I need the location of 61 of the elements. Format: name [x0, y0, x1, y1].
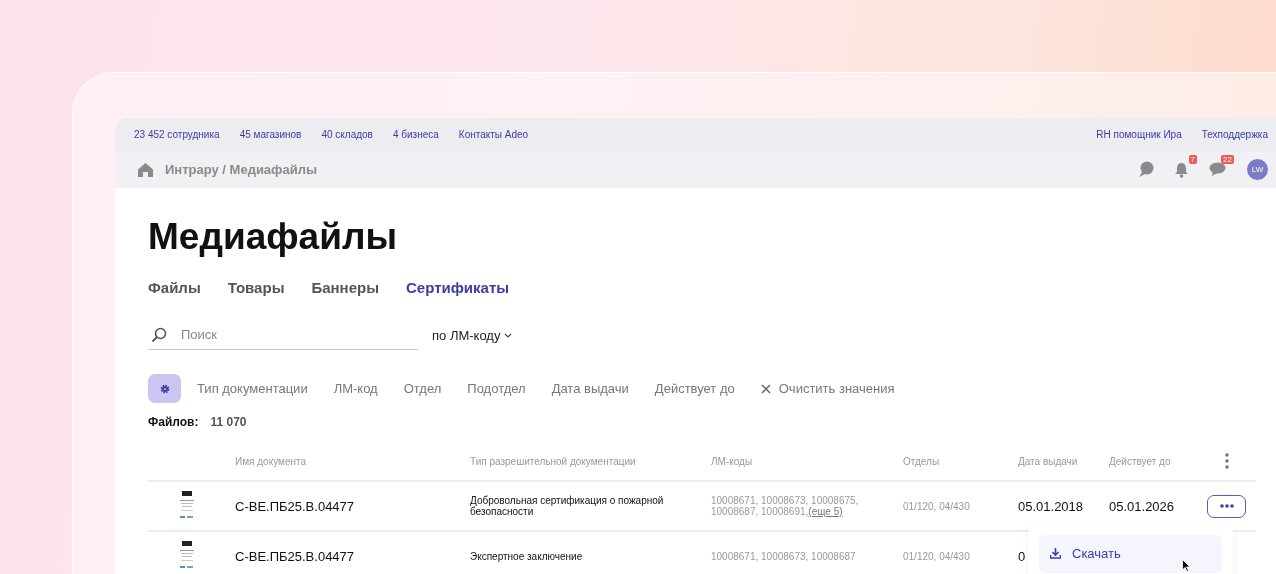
- messages-icon[interactable]: [1209, 162, 1226, 177]
- top-link[interactable]: Техподдержка: [1201, 129, 1268, 140]
- menu-item[interactable]: Скачать: [1039, 534, 1222, 573]
- page-title: Медиафайлы: [148, 215, 398, 259]
- top-link[interactable]: 4 бизнеса: [392, 129, 439, 140]
- column-header: Имя документа: [235, 455, 307, 467]
- table-cell: 0: [1018, 548, 1026, 564]
- filter-link[interactable]: Дата выдачи: [551, 381, 629, 396]
- filter-link[interactable]: ЛМ-код: [333, 381, 378, 396]
- column-header: Отделы: [903, 455, 941, 467]
- row-actions-button[interactable]: [1207, 494, 1246, 518]
- breadcrumb: Интрару / Медиафайлы: [165, 162, 318, 177]
- column-header: ЛМ-коды: [711, 455, 754, 467]
- more-vertical-icon[interactable]: [1224, 453, 1229, 469]
- chevron-down-icon: [504, 332, 513, 338]
- tab[interactable]: Товары: [227, 279, 285, 296]
- table-cell-text: 10008671, 10008673, 10008687: [711, 550, 857, 562]
- tab[interactable]: Баннеры: [311, 279, 379, 296]
- tab[interactable]: Файлы: [148, 279, 201, 296]
- search-icon: [151, 326, 167, 343]
- more-link[interactable]: (еще 5): [808, 506, 843, 517]
- home-icon[interactable]: [138, 162, 153, 177]
- table-cell-text: Экспертное заключение: [470, 550, 584, 562]
- search-mode-dropdown[interactable]: по ЛМ-коду: [432, 327, 513, 343]
- close-icon: [760, 383, 771, 394]
- settings-button[interactable]: [148, 374, 181, 403]
- clear-filters-link[interactable]: Очистить значения: [760, 381, 895, 396]
- bell-icon[interactable]: [1174, 161, 1189, 178]
- table-cell: 05.01.2018: [1018, 498, 1084, 514]
- gear-icon: [159, 383, 170, 394]
- message-badge: 22: [1221, 155, 1234, 164]
- table-cell: 05.01.2026: [1109, 498, 1175, 514]
- column-header: Дата выдачи: [1018, 455, 1079, 467]
- column-header: Действует до: [1109, 455, 1172, 467]
- top-link[interactable]: 40 складов: [321, 129, 373, 140]
- document-name[interactable]: С-ВЕ.ПБ25.В.04477: [235, 548, 470, 564]
- filter-link[interactable]: Действует до: [654, 381, 735, 396]
- download-icon: [1050, 548, 1061, 559]
- more-horizontal-icon: [1219, 504, 1234, 508]
- document-name[interactable]: С-ВЕ.ПБ25.В.04477: [235, 498, 470, 514]
- tab[interactable]: Сертификаты: [406, 279, 510, 296]
- files-count-value: 11 070: [210, 415, 247, 429]
- top-link[interactable]: Контакты Adeo: [458, 129, 529, 140]
- avatar[interactable]: LW: [1246, 158, 1269, 181]
- files-count-label: Файлов:: [148, 415, 199, 429]
- document-thumbnail: [179, 491, 194, 521]
- chat-bubble-icon[interactable]: [1138, 161, 1154, 178]
- filter-link[interactable]: Тип документации: [197, 381, 308, 396]
- filter-link[interactable]: Отдел: [403, 381, 442, 396]
- table-cell-text: 01/120, 04/430: [903, 550, 971, 562]
- filter-link[interactable]: Подотдел: [467, 381, 526, 396]
- notification-badge: 7: [1188, 154, 1197, 164]
- table-cell-text: Добровольная сертификация о пожарной безопасности: [470, 495, 665, 517]
- table-cell-text: 01/120, 04/430: [903, 500, 971, 512]
- top-link[interactable]: 45 магазинов: [239, 129, 302, 140]
- column-header: Тип разрешительной документации: [470, 455, 637, 467]
- document-thumbnail: [179, 541, 194, 571]
- top-link[interactable]: 23 452 сотрудника: [134, 129, 220, 140]
- search-field[interactable]: Поиск: [179, 326, 403, 343]
- top-link[interactable]: RH помощник Ира: [1096, 129, 1182, 140]
- table-cell-text: 10008671, 10008673, 10008675, 10008687, 10008691,(еще 5): [711, 495, 860, 517]
